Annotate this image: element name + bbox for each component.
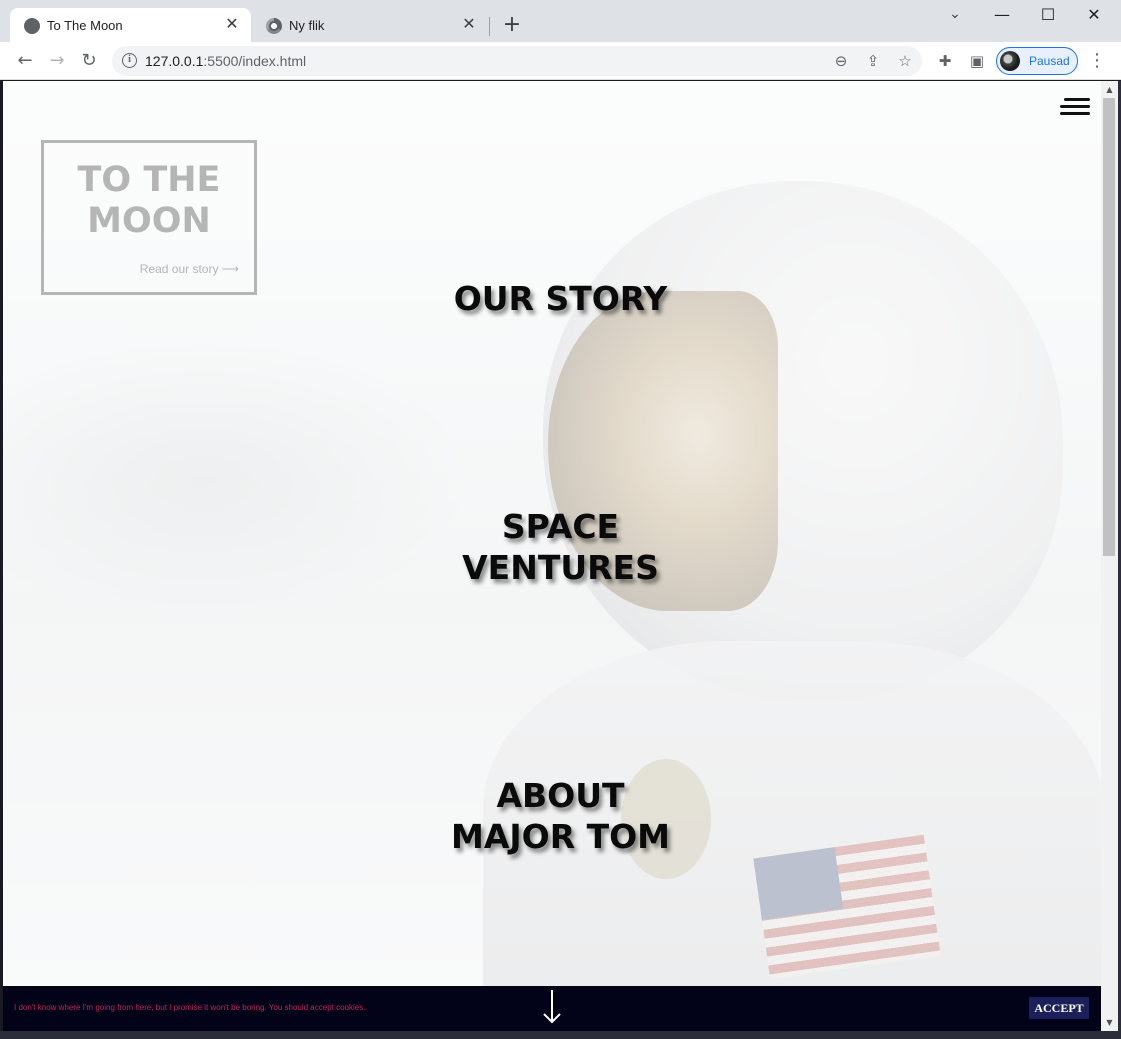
profile-button[interactable]: Pausad <box>996 47 1078 75</box>
share-icon[interactable]: ⇪ <box>864 52 882 70</box>
scrollbar[interactable]: ▲ ▼ <box>1101 81 1118 1031</box>
tab-strip: To The Moon ✕ Ny flik ✕ + ⌄ — ☐ ✕ <box>0 0 1121 42</box>
read-story-link[interactable]: Read our story ⟶ <box>140 262 239 276</box>
back-arrow-icon[interactable]: ← <box>14 50 36 72</box>
cookie-banner: I don't know where I'm going from here, … <box>3 986 1101 1031</box>
logo-title: TO THE MOON <box>77 160 221 241</box>
tab-title: To The Moon <box>47 18 123 33</box>
info-icon[interactable]: i <box>122 53 137 68</box>
puzzle-icon[interactable]: ✚ <box>936 52 954 70</box>
nav-our-story[interactable]: OUR STORY <box>3 278 1101 319</box>
zoom-out-icon[interactable]: ⊖ <box>832 52 850 70</box>
desktop-background <box>0 1031 1121 1039</box>
globe-icon <box>24 18 40 34</box>
scroll-down-icon[interactable]: ▼ <box>1104 1017 1115 1028</box>
new-tab-button[interactable]: + <box>500 13 524 37</box>
maximize-button[interactable]: ☐ <box>1036 3 1060 27</box>
logo-box[interactable]: TO THE MOON Read our story ⟶ <box>41 140 257 295</box>
reload-icon[interactable]: ↻ <box>78 50 100 72</box>
side-panel-icon[interactable]: ▣ <box>968 52 986 70</box>
nav-about-major-tom[interactable]: ABOUT MAJOR TOM <box>3 775 1101 857</box>
page-viewport: TO THE MOON Read our story ⟶ OUR STORY S… <box>3 81 1101 1031</box>
scroll-up-icon[interactable]: ▲ <box>1104 84 1115 95</box>
tab-ny-flik[interactable]: Ny flik ✕ <box>252 8 488 42</box>
kebab-menu-icon[interactable]: ⋮ <box>1088 51 1106 71</box>
avatar <box>1000 51 1020 71</box>
tab-to-the-moon[interactable]: To The Moon ✕ <box>10 8 251 42</box>
accept-cookies-button[interactable]: ACCEPT <box>1029 997 1089 1019</box>
chevron-down-icon[interactable]: ⌄ <box>945 6 965 26</box>
close-window-button[interactable]: ✕ <box>1082 3 1106 27</box>
hamburger-icon[interactable] <box>1060 98 1090 116</box>
browser-toolbar: ← → ↻ i 127.0.0.1:5500/index.html ⊖ ⇪ ☆ … <box>0 42 1121 80</box>
minimize-button[interactable]: — <box>990 3 1014 27</box>
down-arrow-icon[interactable] <box>537 988 567 1028</box>
forward-arrow-icon[interactable]: → <box>46 50 68 72</box>
cookie-message: I don't know where I'm going from here, … <box>14 1003 366 1012</box>
close-tab-icon[interactable]: ✕ <box>223 16 241 34</box>
chrome-icon <box>266 18 282 34</box>
nav-space-ventures[interactable]: SPACE VENTURES <box>3 506 1101 588</box>
url-text[interactable]: 127.0.0.1:5500/index.html <box>145 53 306 69</box>
scroll-thumb[interactable] <box>1103 98 1115 556</box>
tab-title: Ny flik <box>289 18 325 33</box>
browser-window: To The Moon ✕ Ny flik ✕ + ⌄ — ☐ ✕ ← → ↻ … <box>0 0 1121 1039</box>
profile-name: Pausad <box>1029 54 1070 68</box>
address-bar[interactable]: i 127.0.0.1:5500/index.html ⊖ ⇪ ☆ <box>112 46 922 76</box>
tab-divider <box>489 17 490 36</box>
close-tab-icon[interactable]: ✕ <box>460 16 478 34</box>
star-icon[interactable]: ☆ <box>896 52 914 70</box>
